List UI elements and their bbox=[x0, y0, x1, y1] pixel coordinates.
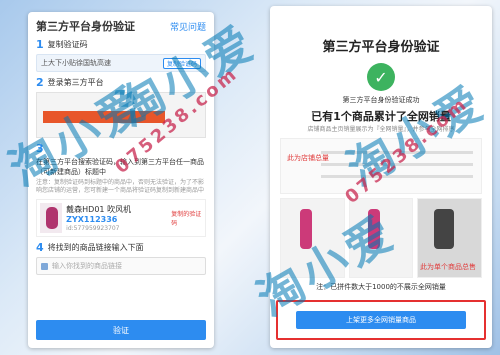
preview-row bbox=[321, 175, 473, 178]
count-text: 已有1个商品累计了全网销量 bbox=[311, 110, 451, 123]
product-link-input[interactable]: 输入你找到的商品链接 bbox=[36, 257, 206, 275]
step-4-label: 将找到的商品链接输入下面 bbox=[47, 243, 144, 252]
preview-row bbox=[321, 151, 473, 154]
step-3-hint: 注意：复制验证码到标题中的商品中，否则无法验证，为了不影响您店铺的运营，您可新建… bbox=[36, 179, 205, 194]
step-2-label: 登录第三方平台 bbox=[47, 78, 104, 87]
verification-code: 上大下小贴徐国轨高速 bbox=[41, 59, 111, 67]
link-icon bbox=[41, 262, 48, 270]
step-1-label: 复制验证码 bbox=[47, 40, 88, 49]
store-total-label: 此为店铺总量 bbox=[287, 154, 329, 162]
store-sales-preview: 此为店铺总量 bbox=[280, 138, 482, 194]
product-name: 戴森HD01 吹风机 ZYX112336 bbox=[66, 205, 132, 224]
step-2-number: 2 bbox=[36, 76, 44, 89]
product-id: id:577959923707 bbox=[66, 225, 120, 232]
step-3-text: 在第三方平台搜索验证码，输入到第三方平台任一商品（可新建商品）标题中 bbox=[36, 158, 204, 176]
single-total-label: 此为单个商品总售 bbox=[420, 263, 476, 271]
upload-more-button[interactable]: 上架更多全网销量商品 bbox=[296, 311, 466, 329]
step-1-number: 1 bbox=[36, 38, 44, 51]
preview-row bbox=[321, 163, 473, 166]
help-link[interactable]: 常见问题 bbox=[170, 20, 206, 33]
highlight-frame: 上架更多全网销量商品 bbox=[276, 300, 486, 340]
product-gallery: 此为单个商品总售 bbox=[280, 198, 483, 278]
step-4-number: 4 bbox=[36, 241, 44, 254]
product-image bbox=[40, 203, 63, 233]
platform-screenshot bbox=[36, 92, 206, 138]
product-link-placeholder: 输入你找到的商品链接 bbox=[52, 262, 122, 270]
step-2: 2 登录第三方平台 bbox=[28, 74, 214, 140]
check-icon: ✓ bbox=[367, 63, 395, 91]
success-text: 第三方平台身份验证成功 bbox=[342, 96, 420, 104]
product-example: 戴森HD01 吹风机 ZYX112336 id:577959923707 复制的… bbox=[36, 199, 206, 237]
product-tag: 复制的验证码 bbox=[171, 211, 202, 227]
product-code: ZYX112336 bbox=[66, 215, 118, 224]
left-header: 第三方平台身份验证 常见问题 bbox=[28, 12, 214, 36]
verify-steps-panel: 第三方平台身份验证 常见问题 1 复制验证码 上大下小贴徐国轨高速 复制验证码 … bbox=[28, 12, 214, 348]
verify-success-panel: 第三方平台身份验证 ✓ 第三方平台身份验证成功 已有1个商品累计了全网销量 店铺… bbox=[270, 6, 492, 348]
highlight-bar bbox=[43, 111, 165, 123]
step-3-number: 3 bbox=[36, 142, 44, 155]
step-1: 1 复制验证码 上大下小贴徐国轨高速 复制验证码 bbox=[28, 36, 214, 74]
copy-code-button[interactable]: 复制验证码 bbox=[162, 57, 201, 69]
right-title: 第三方平台身份验证 bbox=[322, 40, 440, 55]
step-4: 4 将找到的商品链接输入下面 输入你找到的商品链接 bbox=[28, 239, 214, 277]
left-title: 第三方平台身份验证 bbox=[36, 20, 135, 33]
sales-note: 注：已拼件数大于1000的不展示全网销量 bbox=[316, 283, 446, 291]
gallery-item bbox=[348, 198, 414, 278]
verification-code-field: 上大下小贴徐国轨高速 复制验证码 bbox=[36, 54, 206, 72]
gallery-item bbox=[280, 198, 345, 278]
sales-description: 店铺商品主页销量展示为『全网销量』，并参与全网排序 bbox=[307, 126, 455, 133]
step-3: 3 在第三方平台搜索验证码，输入到第三方平台任一商品（可新建商品）标题中 注意：… bbox=[28, 140, 214, 239]
verify-button[interactable]: 验证 bbox=[36, 320, 206, 340]
